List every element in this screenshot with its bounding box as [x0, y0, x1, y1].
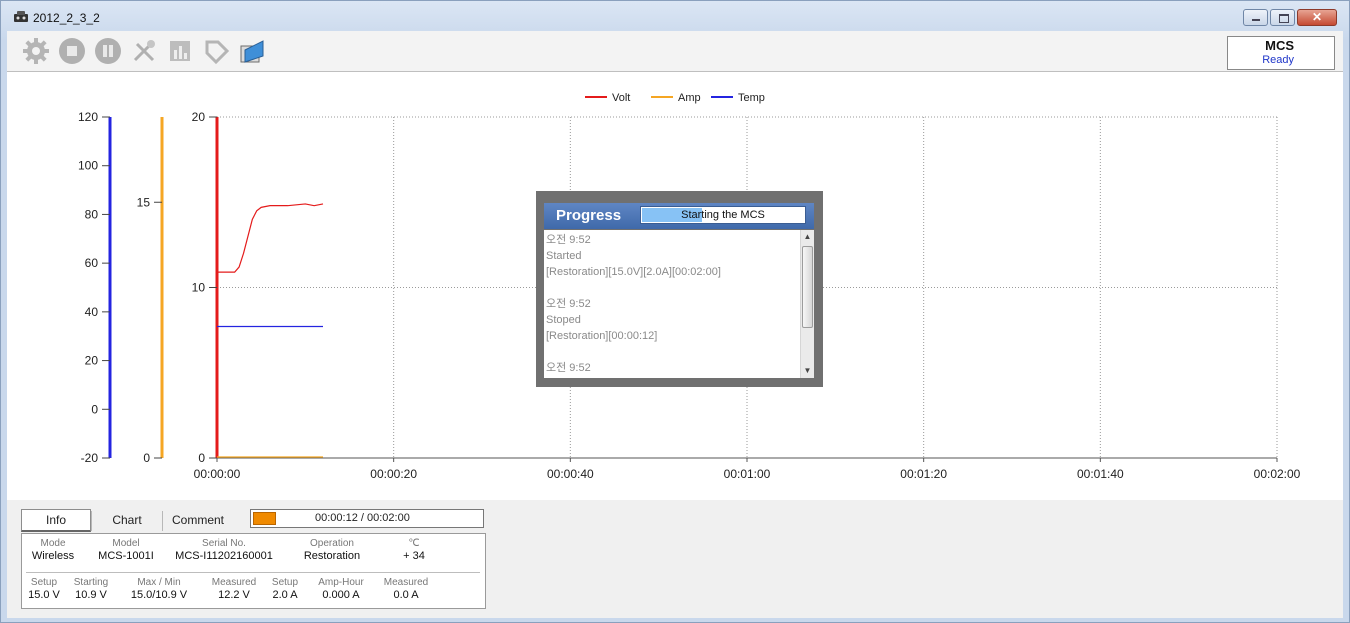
legend-label: Temp [738, 92, 765, 104]
temp-tick-label: -20 [81, 451, 99, 465]
legend-label: Amp [678, 92, 701, 104]
tab-chart[interactable]: Chart [92, 509, 162, 531]
bottom-panel: Info Chart Comment 00:00:12 / 00:02:00 M… [7, 500, 1343, 618]
info-setup-amp: Setup 2.0 A [271, 577, 299, 601]
legend-label: Volt [612, 92, 630, 104]
scroll-thumb[interactable] [802, 246, 813, 328]
tools-icon[interactable] [129, 36, 159, 66]
window-controls [1241, 9, 1337, 27]
x-tick-label: 00:01:00 [724, 467, 771, 481]
volt-tick-label: 10 [192, 281, 206, 295]
stop-icon[interactable] [57, 36, 87, 66]
info-max-min: Max / Min 15.0/10.9 V [130, 577, 188, 601]
toolbar [7, 31, 1343, 72]
scroll-up-icon[interactable]: ▲ [801, 230, 814, 244]
status-text: Ready [1262, 54, 1294, 66]
title-bar[interactable]: 2012_2_3_2 [1, 1, 1349, 31]
log-line: 오전 9:52 [546, 234, 591, 246]
log-line: [Restoration][15.0V][2.0A][00:02:00] [546, 266, 721, 278]
info-measured-amp: Measured 0.0 A [383, 577, 429, 601]
log-line: [Restoration][00:00:12] [546, 330, 658, 342]
pause-icon[interactable] [93, 36, 123, 66]
log-line: 오전 9:52 [546, 298, 591, 310]
tab-comment[interactable]: Comment [163, 509, 233, 531]
info-starting-volt: Starting 10.9 V [73, 577, 109, 601]
settings-gear-icon[interactable] [21, 36, 51, 66]
export-icon[interactable] [237, 36, 267, 66]
info-operation: Operation Restoration [303, 538, 361, 562]
x-tick-label: 00:01:20 [900, 467, 947, 481]
info-temperature: ℃ + 34 [403, 538, 425, 562]
x-tick-label: 00:00:00 [194, 467, 241, 481]
tag-icon[interactable] [201, 36, 231, 66]
temp-tick-label: 120 [78, 110, 98, 124]
elapsed-text: 00:00:12 / 00:02:00 [315, 512, 410, 524]
info-amp-hour: Amp-Hour 0.000 A [318, 577, 364, 601]
info-divider [26, 572, 480, 573]
status-box: MCS Ready [1227, 36, 1335, 70]
temp-tick-label: 40 [85, 305, 99, 319]
maximize-button[interactable] [1270, 9, 1295, 26]
window-title: 2012_2_3_2 [33, 11, 100, 25]
x-tick-label: 00:01:40 [1077, 467, 1124, 481]
progress-dialog: Progress Starting the MCS 오전 9:52 Started… [536, 191, 823, 387]
minimize-button[interactable] [1243, 9, 1268, 26]
report-icon[interactable] [165, 36, 195, 66]
info-mode: Mode Wireless [31, 538, 75, 562]
log-lines: 오전 9:52 Started [Restoration][15.0V][2.0A]… [546, 232, 794, 378]
bottom-tabs: Info Chart Comment [21, 509, 233, 532]
x-tick-label: 00:02:00 [1254, 467, 1301, 481]
temp-tick-label: 60 [85, 256, 99, 270]
temp-tick-label: 0 [91, 402, 98, 416]
x-tick-label: 00:00:20 [370, 467, 417, 481]
amp-tick-label: 15 [137, 195, 151, 209]
close-button[interactable] [1297, 9, 1337, 26]
info-row-device: Mode Wireless Model MCS-1001I Serial No. MC… [22, 537, 485, 563]
info-serial: Serial No. MCS-I11202160001 [175, 538, 273, 562]
amp-tick-label: 0 [143, 451, 150, 465]
progress-header: Progress Starting the MCS [544, 203, 814, 229]
app-icon [14, 11, 28, 22]
elapsed-progress-fill [253, 512, 276, 525]
info-setup-volt: Setup 15.0 V [28, 577, 60, 601]
log-scrollbar[interactable]: ▲ ▼ [800, 230, 814, 378]
progress-log[interactable]: 오전 9:52 Started [Restoration][15.0V][2.0A]… [544, 230, 814, 378]
log-line: Stoped [546, 314, 581, 326]
info-model: Model MCS-1001I [98, 538, 154, 562]
log-line: Started [546, 376, 794, 378]
temp-tick-label: 100 [78, 159, 98, 173]
info-row-values: Setup 15.0 V Starting 10.9 V Max / Min 15.0… [22, 576, 485, 602]
elapsed-progress: 00:00:12 / 00:02:00 [250, 509, 484, 528]
progress-bar-text: Starting the MCS [681, 209, 765, 221]
info-measured-volt: Measured 12.2 V [211, 577, 257, 601]
scroll-down-icon[interactable]: ▼ [801, 364, 814, 378]
info-panel: Mode Wireless Model MCS-1001I Serial No. MC… [21, 533, 486, 609]
log-line: Started [546, 250, 582, 262]
x-tick-label: 00:00:40 [547, 467, 594, 481]
app-window: 2012_2_3_2 ✕ MCS Ready 00:00:00 00:00:20… [0, 0, 1350, 623]
tab-info[interactable]: Info [21, 509, 91, 532]
volt-series-line [217, 203, 324, 273]
progress-title: Progress [556, 207, 622, 224]
temp-tick-label: 80 [85, 207, 99, 221]
status-title: MCS [1265, 38, 1294, 53]
progress-bar: Starting the MCS [640, 206, 806, 224]
volt-tick-label: 0 [198, 451, 205, 465]
volt-tick-label: 20 [192, 110, 206, 124]
temp-tick-label: 20 [85, 354, 99, 368]
log-line: 오전 9:52 [546, 362, 591, 374]
